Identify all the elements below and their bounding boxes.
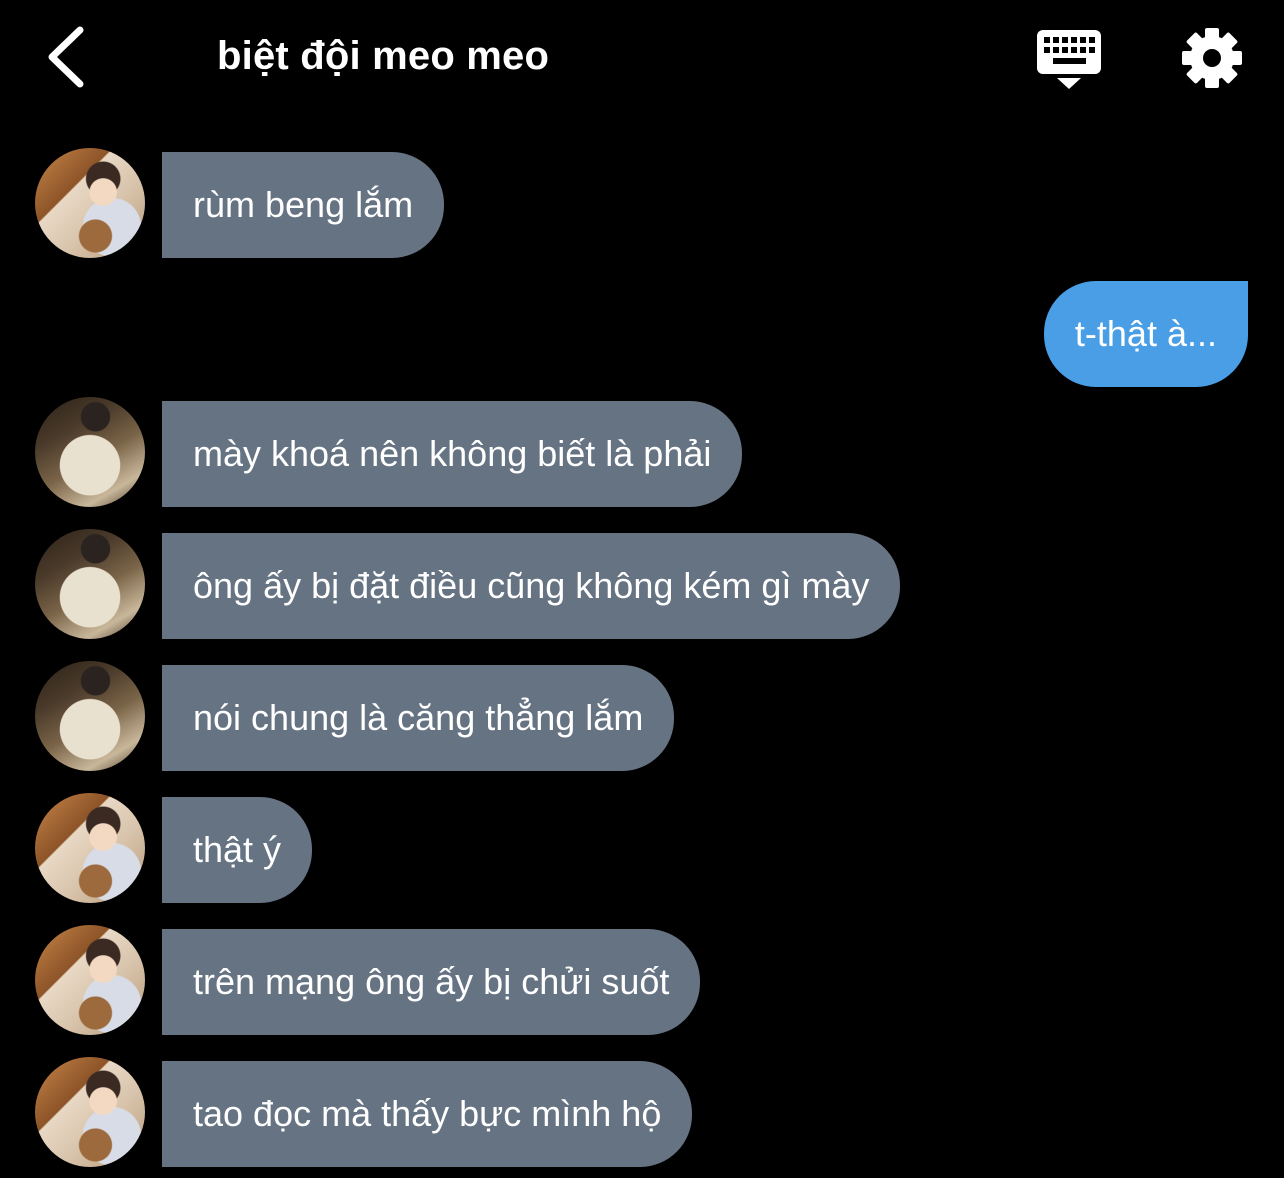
- avatar[interactable]: [35, 529, 145, 639]
- message-row: mày khoá nên không biết là phải: [0, 397, 1284, 507]
- message-row: t-thật à...: [0, 281, 1284, 387]
- incoming-message-bubble[interactable]: nói chung là căng thẳng lắm: [162, 665, 675, 771]
- message-row: nói chung là căng thẳng lắm: [0, 661, 1284, 771]
- back-button[interactable]: [40, 22, 100, 92]
- avatar[interactable]: [35, 793, 145, 903]
- incoming-message-bubble[interactable]: mày khoá nên không biết là phải: [162, 401, 743, 507]
- gear-icon: [1182, 28, 1242, 88]
- message-row: ông ấy bị đặt điều cũng không kém gì mày: [0, 529, 1284, 639]
- message-row: rùm beng lắm: [0, 148, 1284, 258]
- avatar[interactable]: [35, 661, 145, 771]
- avatar[interactable]: [35, 148, 145, 258]
- message-row: tao đọc mà thấy bực mình hộ: [0, 1057, 1284, 1167]
- message-row: trên mạng ông ấy bị chửi suốt: [0, 925, 1284, 1035]
- chat-header: biệt đội meo meo: [0, 0, 1284, 120]
- settings-button[interactable]: [1180, 26, 1244, 90]
- incoming-message-bubble[interactable]: thật ý: [162, 797, 313, 903]
- keyboard-hide-icon: [1037, 30, 1101, 89]
- incoming-message-bubble[interactable]: tao đọc mà thấy bực mình hộ: [162, 1061, 693, 1167]
- incoming-message-bubble[interactable]: rùm beng lắm: [162, 152, 445, 258]
- chevron-left-icon: [48, 26, 84, 88]
- avatar[interactable]: [35, 397, 145, 507]
- avatar[interactable]: [35, 1057, 145, 1167]
- incoming-message-bubble[interactable]: ông ấy bị đặt điều cũng không kém gì mày: [162, 533, 901, 639]
- outgoing-message-bubble[interactable]: t-thật à...: [1043, 281, 1248, 387]
- chat-title: biệt đội meo meo: [217, 34, 550, 78]
- avatar[interactable]: [35, 925, 145, 1035]
- incoming-message-bubble[interactable]: trên mạng ông ấy bị chửi suốt: [162, 929, 701, 1035]
- keyboard-toggle-button[interactable]: [1034, 26, 1104, 92]
- message-row: thật ý: [0, 793, 1284, 903]
